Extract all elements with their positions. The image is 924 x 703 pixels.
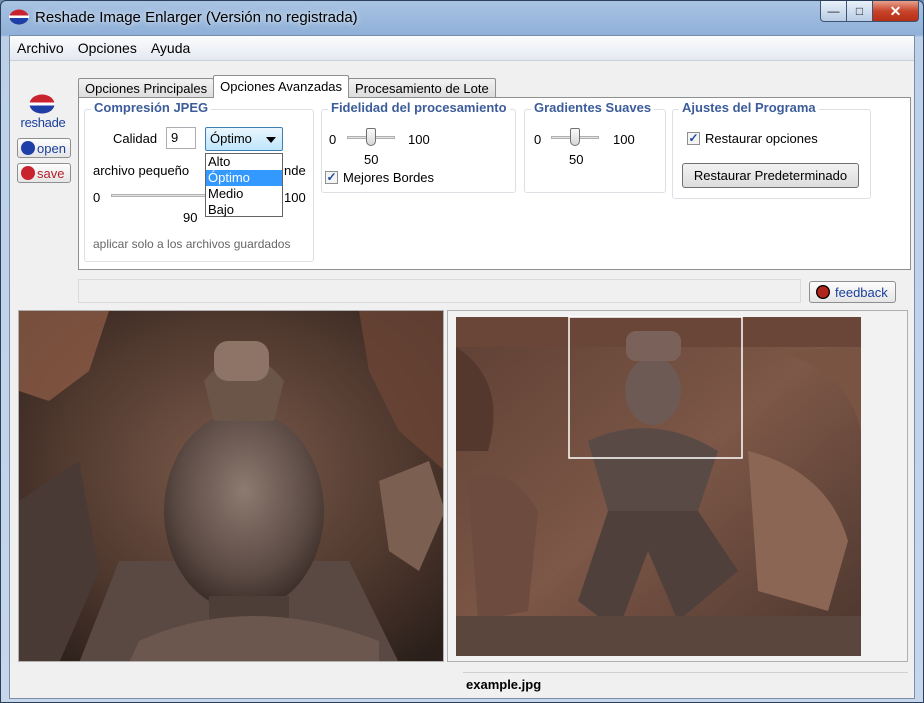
title-bar[interactable]: Reshade Image Enlarger (Versión no regis… [1, 1, 923, 35]
fidelity-slider-max: 100 [408, 132, 430, 147]
open-icon [21, 141, 35, 155]
better-edges-label: Mejores Bordes [343, 170, 435, 185]
window-title: Reshade Image Enlarger (Versión no regis… [35, 9, 358, 26]
restore-options-checkbox[interactable]: ✓ [687, 132, 700, 145]
filename-label: example.jpg [466, 677, 542, 692]
ladybug-icon [816, 285, 830, 299]
feedback-label: feedback [835, 284, 888, 300]
maximize-button[interactable]: □ [847, 1, 873, 22]
fidelity-slider-min: 0 [329, 132, 337, 147]
quality-dropdown-list: Alto Óptimo Medio Bajo [205, 153, 283, 217]
small-file-label: archivo pequeño [93, 163, 190, 178]
menu-ayuda[interactable]: Ayuda [151, 40, 190, 56]
jpeg-slider-min: 0 [93, 190, 101, 205]
tab-strip: Opciones Principales Opciones Avanzadas … [78, 75, 496, 98]
zoomed-preview[interactable] [18, 310, 444, 662]
menu-opciones[interactable]: Opciones [78, 40, 137, 56]
save-button[interactable]: save [17, 163, 71, 183]
restore-defaults-button[interactable]: Restaurar Predeterminado [682, 163, 859, 188]
advanced-options-panel: Compresión JPEG Calidad 9 Óptimo archivo… [78, 97, 911, 270]
jpeg-group-title: Compresión JPEG [91, 100, 212, 115]
logo-text: reshade [20, 115, 66, 130]
close-button[interactable]: ✕ [873, 1, 919, 22]
app-window: Reshade Image Enlarger (Versión no regis… [0, 0, 924, 703]
open-button[interactable]: open [17, 138, 71, 158]
tab-procesamiento-de-lote[interactable]: Procesamiento de Lote [348, 78, 496, 98]
fidelity-slider-thumb[interactable] [366, 128, 376, 146]
client-area: Archivo Opciones Ayuda reshade open save… [9, 35, 915, 699]
restore-options-label: Restaurar opciones [705, 131, 818, 146]
quality-select-value: Óptimo [210, 131, 252, 146]
jpeg-slider-value: 90 [183, 210, 198, 225]
quality-select[interactable]: Óptimo [205, 127, 283, 151]
gradients-slider-max: 100 [613, 132, 635, 147]
fidelity-slider-value: 50 [364, 152, 379, 167]
jpeg-slider-max: 100 [284, 190, 306, 205]
fidelity-group-title: Fidelidad del procesamiento [328, 100, 510, 115]
gradients-slider-value: 50 [569, 152, 584, 167]
original-sculpture-image [448, 311, 907, 661]
gradients-group-title: Gradientes Suaves [531, 100, 655, 115]
tab-opciones-avanzadas[interactable]: Opciones Avanzadas [213, 75, 350, 98]
minimize-button[interactable]: — [820, 1, 847, 22]
zoomed-sculpture-image [19, 311, 443, 661]
menu-bar: Archivo Opciones Ayuda [10, 36, 914, 61]
reshade-logo-icon [29, 94, 55, 114]
full-image-preview[interactable] [447, 310, 908, 662]
feedback-button[interactable]: feedback [809, 281, 896, 303]
quality-input[interactable]: 9 [166, 127, 196, 149]
large-file-label: nde [284, 163, 306, 178]
save-icon [21, 166, 35, 180]
jpeg-note: aplicar solo a los archivos guardados [93, 237, 291, 251]
quality-option-optimo[interactable]: Óptimo [206, 170, 282, 186]
reshade-app-icon [9, 9, 29, 25]
smooth-gradients-group: Gradientes Suaves [524, 100, 666, 193]
settings-group-title: Ajustes del Programa [679, 100, 819, 115]
gradients-slider-thumb[interactable] [570, 128, 580, 146]
quality-option-alto[interactable]: Alto [206, 154, 282, 170]
quality-option-medio[interactable]: Medio [206, 186, 282, 202]
open-button-label: open [37, 140, 66, 156]
tab-opciones-principales[interactable]: Opciones Principales [78, 78, 215, 98]
progress-field [78, 279, 801, 303]
gradients-slider-min: 0 [534, 132, 542, 147]
better-edges-checkbox[interactable]: ✓ [325, 171, 338, 184]
quality-label: Calidad [113, 131, 158, 146]
quality-option-bajo[interactable]: Bajo [206, 202, 282, 218]
save-button-label: save [37, 165, 65, 181]
menu-archivo[interactable]: Archivo [17, 40, 64, 56]
chevron-down-icon [266, 137, 276, 143]
